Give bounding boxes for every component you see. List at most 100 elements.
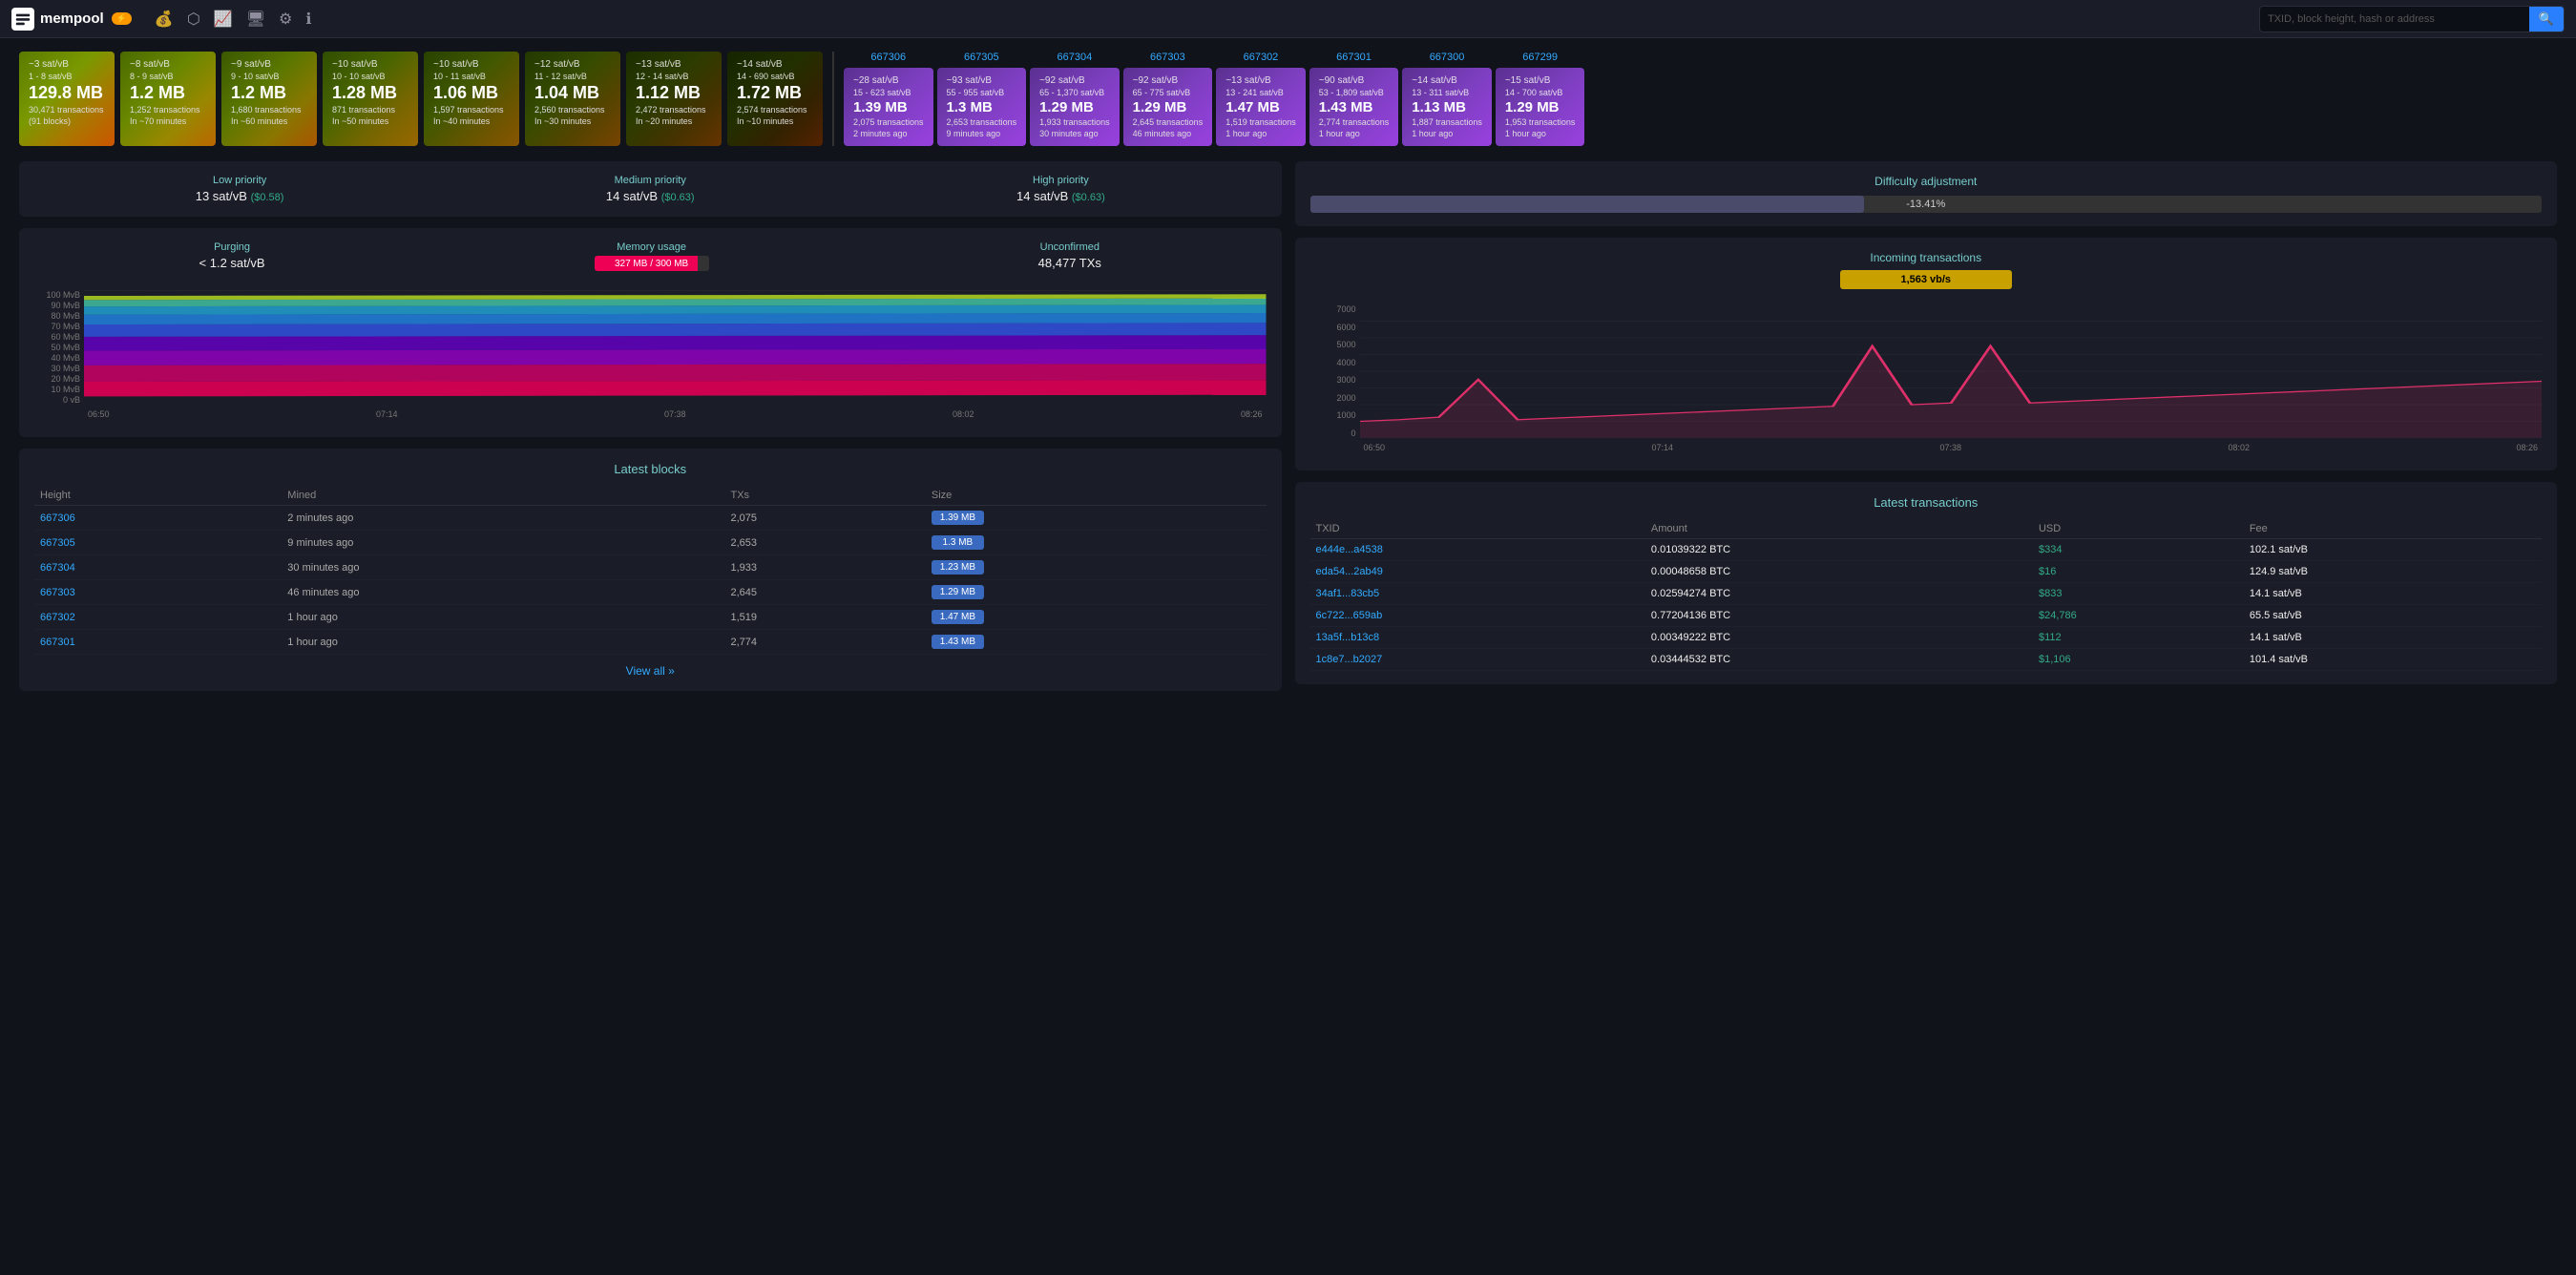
x-label: 08:26 bbox=[2516, 443, 2538, 452]
confirmed-block-height-5[interactable]: 667301 bbox=[1336, 52, 1372, 63]
conf-size: 1.3 MB bbox=[947, 99, 1017, 115]
mempool-block-4[interactable]: ~10 sat/vB 10 - 11 sat/vB 1.06 MB 1,597 … bbox=[424, 52, 519, 146]
nav-wallet-icon[interactable]: 💰 bbox=[155, 10, 174, 29]
x-label: 06:50 bbox=[88, 409, 110, 419]
y-label: 6000 bbox=[1310, 323, 1356, 332]
block-height-link[interactable]: 667301 bbox=[34, 630, 282, 655]
confirmed-block-5[interactable]: ~90 sat/vB 53 - 1,809 sat/vB 1.43 MB 2,7… bbox=[1309, 68, 1399, 146]
block-txs: 2,653 bbox=[725, 531, 926, 555]
tx-id-link[interactable]: eda54...2ab49 bbox=[1310, 561, 1645, 583]
tx-id-link[interactable]: 34af1...83cb5 bbox=[1310, 583, 1645, 605]
confirmed-block-0[interactable]: ~28 sat/vB 15 - 623 sat/vB 1.39 MB 2,075… bbox=[844, 68, 933, 146]
confirmed-block-height-3[interactable]: 667303 bbox=[1150, 52, 1185, 63]
nav-nodes-icon[interactable]: ⬡ bbox=[187, 10, 200, 29]
incoming-chart-svg bbox=[1360, 304, 2543, 438]
y-label: 70 MvB bbox=[34, 322, 80, 331]
nav-chart-icon[interactable]: 📈 bbox=[214, 10, 233, 29]
mempool-block-7[interactable]: ~14 sat/vB 14 - 690 sat/vB 1.72 MB 2,574… bbox=[727, 52, 823, 146]
confirmed-block-height-2[interactable]: 667304 bbox=[1058, 52, 1093, 63]
stat-unconfirmed-label: Unconfirmed bbox=[1038, 241, 1101, 253]
nav-info-icon[interactable]: ℹ bbox=[305, 10, 311, 29]
confirmed-block-6[interactable]: ~14 sat/vB 13 - 311 sat/vB 1.13 MB 1,887… bbox=[1402, 68, 1492, 146]
mempool-block-3[interactable]: ~10 sat/vB 10 - 10 sat/vB 1.28 MB 871 tr… bbox=[323, 52, 418, 146]
block-txs: 1,597 transactions bbox=[433, 105, 510, 115]
left-panel: Low priority 13 sat/vB ($0.58) Medium pr… bbox=[19, 161, 1282, 691]
block-height-link[interactable]: 667303 bbox=[34, 580, 282, 605]
fee-high-usd: ($0.63) bbox=[1072, 192, 1105, 203]
block-txs: 871 transactions bbox=[332, 105, 408, 115]
tx-amount: 0.00349222 BTC bbox=[1645, 627, 2033, 649]
confirmed-block-height-7[interactable]: 667299 bbox=[1522, 52, 1558, 63]
y-label: 20 MvB bbox=[34, 374, 80, 384]
block-height-link[interactable]: 667305 bbox=[34, 531, 282, 555]
block-fee-sub: 9 - 10 sat/vB bbox=[231, 72, 307, 81]
view-all-blocks: View all » bbox=[34, 664, 1267, 678]
mempool-block-2[interactable]: ~9 sat/vB 9 - 10 sat/vB 1.2 MB 1,680 tra… bbox=[221, 52, 317, 146]
confirmed-block-height-1[interactable]: 667305 bbox=[964, 52, 999, 63]
latest-blocks-table: Height Mined TXs Size 667306 2 minutes a… bbox=[34, 486, 1267, 655]
confirmed-block-1[interactable]: ~93 sat/vB 55 - 955 sat/vB 1.3 MB 2,653 … bbox=[937, 68, 1027, 146]
tx-id-link[interactable]: 13a5f...b13c8 bbox=[1310, 627, 1645, 649]
block-fee: ~10 sat/vB bbox=[332, 59, 408, 70]
col-usd: USD bbox=[2033, 519, 2244, 539]
tx-id-link[interactable]: 6c722...659ab bbox=[1310, 605, 1645, 627]
y-label: 4000 bbox=[1310, 358, 1356, 367]
search-input[interactable] bbox=[2260, 7, 2529, 31]
confirmed-block-height-0[interactable]: 667306 bbox=[870, 52, 906, 63]
block-time: In ~20 minutes bbox=[636, 116, 712, 126]
conf-txs: 1,933 transactions bbox=[1039, 117, 1110, 127]
fee-low-usd: ($0.58) bbox=[251, 192, 284, 203]
confirmed-block-height-4[interactable]: 667302 bbox=[1244, 52, 1279, 63]
block-fee-sub: 12 - 14 sat/vB bbox=[636, 72, 712, 81]
block-txs: 2,472 transactions bbox=[636, 105, 712, 115]
chart-y-labels: 100 MvB90 MvB80 MvB70 MvB60 MvB50 MvB40 … bbox=[34, 290, 84, 405]
block-height-link[interactable]: 667304 bbox=[34, 555, 282, 580]
block-fee: ~13 sat/vB bbox=[636, 59, 712, 70]
mempool-block-0[interactable]: ~3 sat/vB 1 - 8 sat/vB 129.8 MB 30,471 t… bbox=[19, 52, 115, 146]
confirmed-block-height-6[interactable]: 667300 bbox=[1430, 52, 1465, 63]
y-label: 3000 bbox=[1310, 375, 1356, 385]
block-txs: 1,933 bbox=[725, 555, 926, 580]
block-size: 1.47 MB bbox=[926, 605, 1267, 630]
mempool-block-6[interactable]: ~13 sat/vB 12 - 14 sat/vB 1.12 MB 2,472 … bbox=[626, 52, 722, 146]
chart-x-labels: 06:5007:1407:3808:0208:26 bbox=[84, 405, 1267, 424]
block-height-link[interactable]: 667306 bbox=[34, 506, 282, 531]
brand-icon bbox=[11, 8, 34, 31]
block-fee: ~9 sat/vB bbox=[231, 59, 307, 70]
fee-low: Low priority 13 sat/vB ($0.58) bbox=[196, 175, 284, 203]
conf-txs: 2,645 transactions bbox=[1133, 117, 1204, 127]
tx-id-link[interactable]: e444e...a4538 bbox=[1310, 539, 1645, 561]
tx-fee: 102.1 sat/vB bbox=[2244, 539, 2542, 561]
view-all-blocks-link[interactable]: View all » bbox=[626, 664, 675, 678]
nav-network-icon[interactable]: ⚙ bbox=[279, 10, 292, 29]
tx-id-link[interactable]: 1c8e7...b2027 bbox=[1310, 649, 1645, 671]
mempool-block-5[interactable]: ~12 sat/vB 11 - 12 sat/vB 1.04 MB 2,560 … bbox=[525, 52, 620, 146]
confirmed-block-4[interactable]: ~13 sat/vB 13 - 241 sat/vB 1.47 MB 1,519… bbox=[1216, 68, 1306, 146]
confirmed-block-2[interactable]: ~92 sat/vB 65 - 1,370 sat/vB 1.29 MB 1,9… bbox=[1030, 68, 1120, 146]
mempool-stats: Purging < 1.2 sat/vB Memory usage 327 MB… bbox=[34, 241, 1267, 281]
stat-purging-label: Purging bbox=[199, 241, 265, 253]
col-height: Height bbox=[34, 486, 282, 506]
fee-low-label: Low priority bbox=[196, 175, 284, 186]
block-txs: 2,574 transactions bbox=[737, 105, 813, 115]
tx-amount: 0.00048658 BTC bbox=[1645, 561, 2033, 583]
tx-fee: 14.1 sat/vB bbox=[2244, 583, 2542, 605]
conf-fee-sub: 55 - 955 sat/vB bbox=[947, 88, 1017, 97]
incoming-chart-body bbox=[1360, 304, 2543, 438]
fee-medium-usd: ($0.63) bbox=[661, 192, 695, 203]
block-height-link[interactable]: 667302 bbox=[34, 605, 282, 630]
y-label: 50 MvB bbox=[34, 343, 80, 352]
search-button[interactable]: 🔍 bbox=[2529, 7, 2564, 31]
block-size: 1.2 MB bbox=[231, 83, 307, 103]
confirmed-block-7[interactable]: ~15 sat/vB 14 - 700 sat/vB 1.29 MB 1,953… bbox=[1496, 68, 1585, 146]
mempool-block-1[interactable]: ~8 sat/vB 8 - 9 sat/vB 1.2 MB 1,252 tran… bbox=[120, 52, 216, 146]
difficulty-title: Difficulty adjustment bbox=[1310, 175, 2543, 188]
y-label: 2000 bbox=[1310, 393, 1356, 403]
confirmed-block-3[interactable]: ~92 sat/vB 65 - 775 sat/vB 1.29 MB 2,645… bbox=[1123, 68, 1213, 146]
nav-tv-icon[interactable]: 🖥 bbox=[246, 10, 265, 29]
blocks-area: ~3 sat/vB 1 - 8 sat/vB 129.8 MB 30,471 t… bbox=[0, 38, 2576, 154]
x-label: 07:38 bbox=[1939, 443, 1961, 452]
conf-fee: ~13 sat/vB bbox=[1225, 75, 1296, 86]
table-row: 6c722...659ab 0.77204136 BTC $24,786 65.… bbox=[1310, 605, 2543, 627]
table-row: e444e...a4538 0.01039322 BTC $334 102.1 … bbox=[1310, 539, 2543, 561]
